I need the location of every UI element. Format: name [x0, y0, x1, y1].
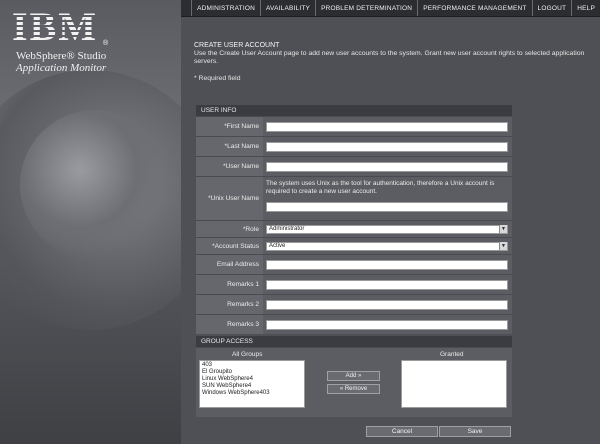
role-row: *Role Administrator ▼	[196, 220, 512, 237]
list-item[interactable]: El Groupito	[202, 369, 302, 376]
product-name-line1: WebSphere® Studio	[16, 50, 107, 62]
email-input[interactable]	[266, 259, 508, 270]
page-description: Use the Create User Account page to add …	[194, 50, 585, 65]
remove-group-button[interactable]: « Remove	[327, 384, 380, 394]
nav-administration[interactable]: ADMINISTRATION	[191, 0, 260, 16]
first-name-row: *First Name	[196, 116, 512, 136]
remarks3-input[interactable]	[266, 319, 508, 330]
page-intro: CREATE USER ACCOUNT Use the Create User …	[194, 42, 594, 83]
main-content: CREATE USER ACCOUNT Use the Create User …	[181, 17, 600, 444]
product-name-line2: Application Monitor	[16, 62, 107, 74]
user-name-row: *User Name	[196, 156, 512, 176]
user-name-input[interactable]	[266, 161, 508, 172]
chevron-down-icon[interactable]: ▼	[499, 225, 507, 233]
unix-auth-note: The system uses Unix as the tool for aut…	[266, 180, 495, 195]
list-item[interactable]: 403	[202, 362, 302, 369]
first-name-input[interactable]	[266, 121, 508, 132]
logo-registered-mark: ®	[103, 40, 109, 47]
required-note: * Required field	[194, 75, 241, 82]
top-navigation: ADMINISTRATION AVAILABILITY PROBLEM DETE…	[181, 0, 600, 17]
user-name-label: *User Name	[196, 157, 263, 176]
group-access-header: GROUP ACCESS	[196, 336, 512, 347]
unix-user-name-label: *Unix User Name	[196, 177, 263, 220]
ibm-logo: IBM	[12, 4, 98, 49]
all-groups-list[interactable]: 403 El Groupito Linux WebSphere4 SUN Web…	[199, 360, 305, 408]
page-title: CREATE USER ACCOUNT	[194, 42, 280, 49]
email-label: Email Address	[196, 255, 263, 274]
unix-user-name-row: *Unix User Name The system uses Unix as …	[196, 176, 512, 220]
list-item[interactable]: Linux WebSphere4	[202, 376, 302, 383]
email-row: Email Address	[196, 254, 512, 274]
user-info-header: USER INFO	[196, 105, 512, 116]
remarks3-label: Remarks 3	[196, 315, 263, 334]
form-actions: Cancel Save	[196, 426, 512, 438]
chevron-down-icon[interactable]: ▼	[499, 242, 507, 250]
account-status-select[interactable]: Active ▼	[266, 241, 508, 251]
last-name-label: *Last Name	[196, 137, 263, 156]
role-selected-value: Administrator	[269, 226, 305, 232]
list-item[interactable]: Windows WebSphere403	[202, 390, 302, 397]
remarks2-label: Remarks 2	[196, 295, 263, 314]
nav-availability[interactable]: AVAILABILITY	[260, 0, 315, 16]
remarks1-label: Remarks 1	[196, 275, 263, 294]
granted-groups-list[interactable]	[401, 360, 507, 408]
group-access-area: All Groups Granted 403 El Groupito Linux…	[196, 347, 512, 417]
add-group-button[interactable]: Add »	[327, 371, 380, 381]
last-name-input[interactable]	[266, 141, 508, 152]
brand-panel: IBM ® WebSphere® Studio Application Moni…	[0, 0, 181, 444]
nav-performance-management[interactable]: PERFORMANCE MANAGEMENT	[417, 0, 531, 16]
account-status-row: *Account Status Active ▼	[196, 237, 512, 254]
remarks2-input[interactable]	[266, 299, 508, 310]
cancel-button[interactable]: Cancel	[366, 426, 438, 437]
all-groups-label: All Groups	[232, 351, 263, 358]
create-user-form: USER INFO *First Name *Last Name *User N…	[196, 105, 512, 437]
remarks3-row: Remarks 3	[196, 314, 512, 334]
account-status-selected-value: Active	[269, 243, 286, 249]
nav-logout[interactable]: LOGOUT	[531, 0, 572, 16]
first-name-label: *First Name	[196, 117, 263, 136]
nav-problem-determination[interactable]: PROBLEM DETERMINATION	[315, 0, 417, 16]
last-name-row: *Last Name	[196, 136, 512, 156]
remarks2-row: Remarks 2	[196, 294, 512, 314]
nav-help[interactable]: HELP	[571, 0, 600, 16]
brand-swirl-graphic-inner	[20, 110, 170, 260]
save-button[interactable]: Save	[439, 426, 511, 437]
account-status-label: *Account Status	[196, 238, 263, 254]
unix-user-name-input[interactable]	[266, 202, 508, 212]
granted-label: Granted	[440, 351, 464, 358]
list-item[interactable]: SUN WebSphere4	[202, 383, 302, 390]
remarks1-row: Remarks 1	[196, 274, 512, 294]
role-label: *Role	[196, 221, 263, 237]
remarks1-input[interactable]	[266, 279, 508, 290]
role-select[interactable]: Administrator ▼	[266, 224, 508, 234]
